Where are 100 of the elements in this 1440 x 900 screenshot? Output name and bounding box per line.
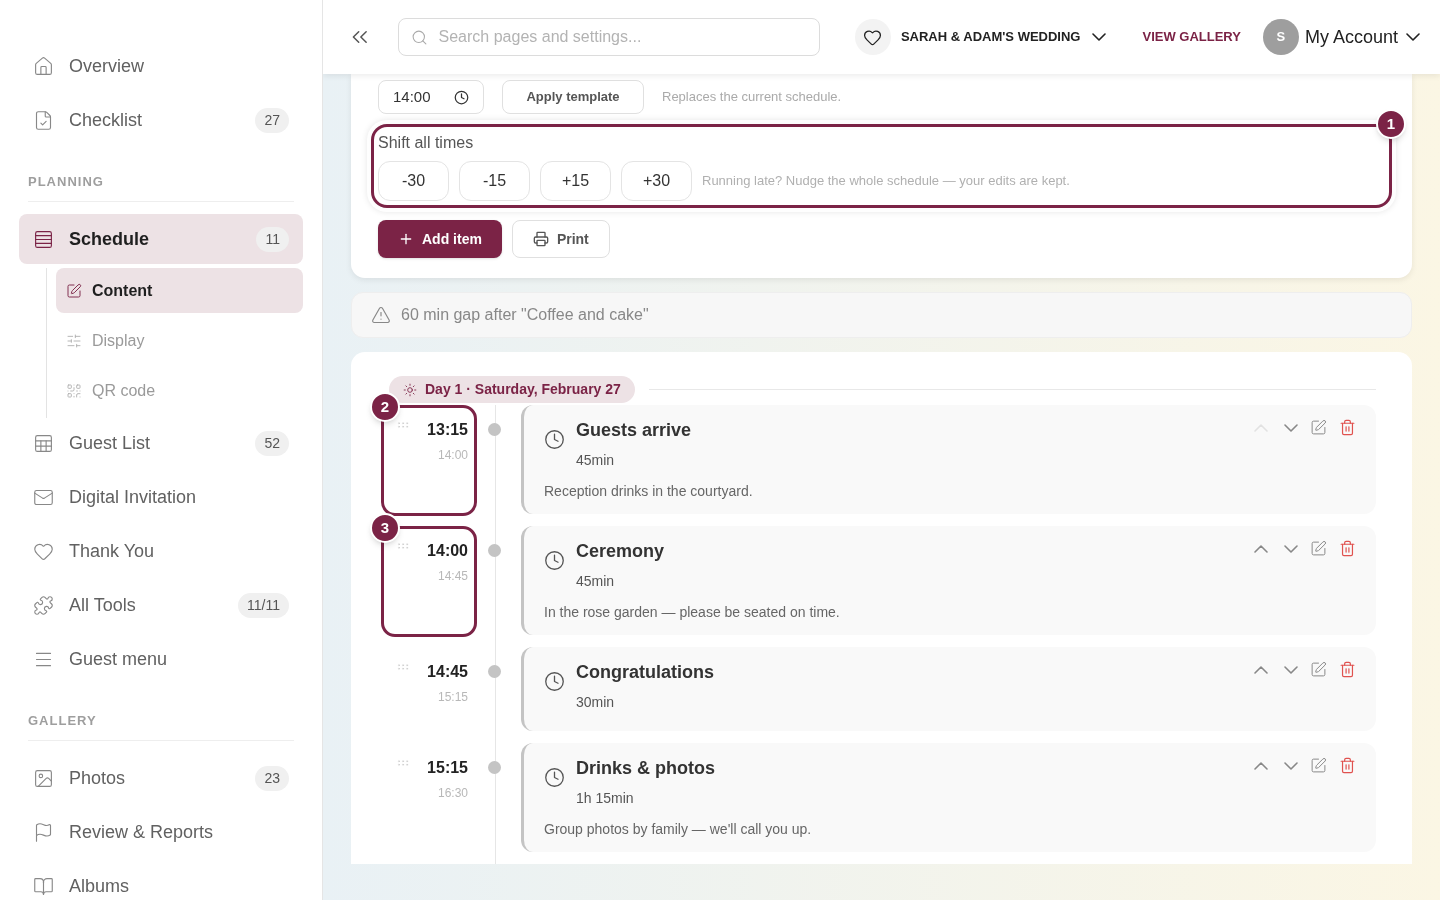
edit-icon bbox=[66, 282, 82, 299]
clock-icon bbox=[454, 89, 469, 105]
move-up-icon[interactable] bbox=[1254, 761, 1268, 770]
item-title: Guests arrive bbox=[576, 419, 693, 442]
end-time: 15:15 bbox=[437, 689, 468, 706]
clock-icon bbox=[544, 429, 565, 450]
delete-icon[interactable] bbox=[1339, 540, 1356, 557]
move-down-icon[interactable] bbox=[1284, 761, 1298, 770]
add-item-button[interactable]: Add item bbox=[378, 220, 502, 258]
item-duration: 45min bbox=[576, 451, 616, 470]
print-button[interactable]: Print bbox=[511, 220, 610, 258]
account-menu[interactable]: My Account bbox=[1304, 23, 1420, 51]
sidebar-item[interactable]: Thank You bbox=[19, 526, 303, 576]
schedule-item-card[interactable]: Congratulations 30min bbox=[521, 647, 1376, 731]
move-down-icon[interactable] bbox=[1284, 423, 1298, 432]
heart-button[interactable] bbox=[854, 19, 891, 55]
shift-button[interactable]: +15 bbox=[540, 161, 611, 201]
count-badge: 27 bbox=[255, 107, 289, 133]
search-icon bbox=[410, 29, 428, 46]
puzzle-icon bbox=[33, 594, 54, 616]
day-label: Day 1 · Saturday, February 27 bbox=[389, 376, 635, 403]
edit-icon[interactable] bbox=[1310, 419, 1327, 436]
item-title: Drinks & photos bbox=[576, 757, 716, 780]
start-time: 15:15 bbox=[427, 758, 468, 778]
chevron-down-icon[interactable] bbox=[1092, 33, 1107, 41]
printer-icon bbox=[532, 231, 549, 247]
count-badge: 11 bbox=[256, 226, 289, 252]
callout-badge: 2 bbox=[370, 392, 400, 422]
section-heading: GALLERY bbox=[28, 713, 97, 728]
image-icon bbox=[33, 767, 54, 789]
shift-hint: Running late? Nudge the whole schedule — your edits are kept. bbox=[702, 172, 1070, 191]
count-badge: 52 bbox=[255, 430, 289, 456]
edit-icon[interactable] bbox=[1310, 757, 1327, 774]
sliders-icon bbox=[66, 332, 82, 349]
delete-icon[interactable] bbox=[1339, 419, 1356, 436]
qr-code-icon bbox=[66, 382, 82, 399]
shift-button[interactable]: +30 bbox=[621, 161, 692, 201]
end-time: 14:00 bbox=[437, 447, 468, 464]
sidebar-subitem[interactable]: Content bbox=[56, 268, 303, 313]
plus-icon bbox=[398, 231, 414, 247]
item-note: Reception drinks in the courtyard. bbox=[544, 482, 754, 501]
sidebar-item[interactable]: Schedule 11 bbox=[19, 214, 303, 264]
table-icon bbox=[33, 432, 54, 454]
start-time-field[interactable]: 14:00 bbox=[378, 80, 484, 114]
template-hint: Replaces the current schedule. bbox=[662, 88, 842, 107]
heart-icon bbox=[863, 27, 883, 47]
callout-badge: 3 bbox=[370, 513, 400, 543]
gallery-link[interactable]: VIEW GALLERY bbox=[1142, 27, 1241, 47]
item-duration: 45min bbox=[576, 572, 616, 591]
delete-icon[interactable] bbox=[1339, 757, 1356, 774]
clock-icon bbox=[544, 671, 565, 692]
move-down-icon[interactable] bbox=[1284, 665, 1298, 674]
item-title: Ceremony bbox=[576, 540, 666, 563]
end-time: 16:30 bbox=[437, 785, 468, 802]
schedule-item-card[interactable]: Drinks & photos 1h 15min Group photos by family — we'll call you up. bbox=[521, 743, 1376, 852]
sun-icon bbox=[403, 382, 417, 397]
sidebar-item[interactable]: Guest List 52 bbox=[19, 418, 303, 468]
chevron-down-icon[interactable] bbox=[1406, 33, 1420, 41]
apply-template-button[interactable]: Apply template bbox=[502, 80, 644, 114]
count-badge: 23 bbox=[255, 765, 289, 791]
sidebar-item[interactable]: Overview bbox=[19, 41, 303, 91]
search-field[interactable]: Search pages and settings... bbox=[397, 18, 820, 56]
schedule-item-card[interactable]: Guests arrive 45min Reception drinks in the courtyard. bbox=[521, 405, 1376, 514]
item-duration: 30min bbox=[576, 693, 616, 712]
move-down-icon[interactable] bbox=[1284, 544, 1298, 553]
list-icon bbox=[33, 228, 54, 250]
shift-title: Shift all times bbox=[378, 133, 475, 153]
book-icon bbox=[33, 875, 54, 897]
start-time: 14:00 bbox=[427, 541, 468, 561]
shift-button[interactable]: -30 bbox=[378, 161, 449, 201]
sidebar-item[interactable]: Checklist 27 bbox=[19, 95, 303, 145]
sidebar-item[interactable]: Guest menu bbox=[19, 634, 303, 684]
callout-badge: 1 bbox=[1376, 109, 1406, 139]
item-note: Group photos by family — we'll call you up. bbox=[544, 820, 813, 839]
clock-icon bbox=[544, 550, 565, 571]
gap-warning: 60 min gap after "Coffee and cake" bbox=[351, 292, 1412, 338]
sidebar-item[interactable]: Albums bbox=[19, 861, 303, 900]
edit-icon[interactable] bbox=[1310, 540, 1327, 557]
shift-button[interactable]: -15 bbox=[459, 161, 530, 201]
section-heading: PLANNING bbox=[28, 174, 104, 189]
count-badge: 11/11 bbox=[238, 592, 289, 618]
schedule-item-card[interactable]: Ceremony 45min In the rose garden — please be seated on time. bbox=[521, 526, 1376, 635]
document-check-icon bbox=[33, 109, 54, 131]
move-up-icon[interactable] bbox=[1254, 665, 1268, 674]
flag-icon bbox=[33, 821, 54, 843]
start-time: 14:45 bbox=[427, 662, 468, 682]
delete-icon[interactable] bbox=[1339, 661, 1356, 678]
sidebar-item[interactable]: Review & Reports bbox=[19, 807, 303, 857]
clock-icon bbox=[544, 767, 565, 788]
sidebar-item[interactable]: Digital Invitation bbox=[19, 472, 303, 522]
sidebar-item[interactable]: All Tools 11/11 bbox=[19, 580, 303, 630]
sidebar-item[interactable]: Photos 23 bbox=[19, 753, 303, 803]
item-note: In the rose garden — please be seated on time. bbox=[544, 603, 841, 622]
move-up-icon[interactable] bbox=[1254, 544, 1268, 553]
item-title: Congratulations bbox=[576, 661, 715, 684]
event-selector[interactable]: SARAH & ADAM'S WEDDING bbox=[900, 27, 1107, 47]
house-icon bbox=[33, 55, 54, 77]
warning-icon bbox=[371, 305, 391, 325]
item-duration: 1h 15min bbox=[576, 789, 635, 808]
edit-icon[interactable] bbox=[1310, 661, 1327, 678]
